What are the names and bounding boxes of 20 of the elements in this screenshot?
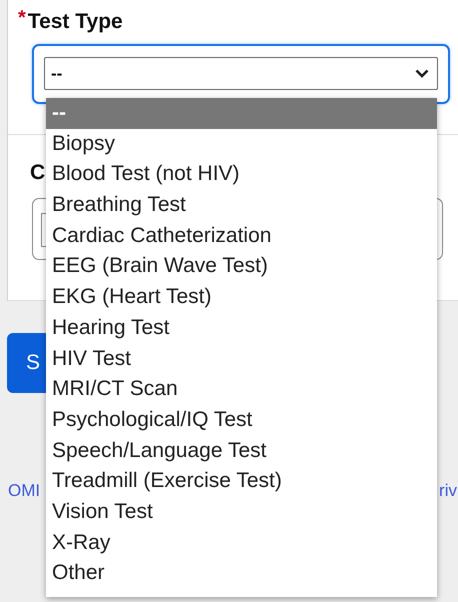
dropdown-option[interactable]: Cardiac Catheterization <box>46 220 437 252</box>
chevron-down-icon <box>415 69 429 78</box>
dropdown-option[interactable]: Blood Test (not HIV) <box>46 159 437 190</box>
dropdown-option[interactable]: EEG (Brain Wave Test) <box>46 251 437 282</box>
dropdown-option[interactable]: Psychological/IQ Test <box>46 404 437 436</box>
select-value: -- <box>51 64 62 84</box>
dropdown-option[interactable]: -- <box>46 98 437 129</box>
dropdown-option[interactable]: Breathing Test <box>46 190 437 221</box>
footer-link[interactable]: OMI <box>8 481 40 501</box>
dropdown-option[interactable]: Treadmill (Exercise Test) <box>46 466 437 497</box>
dropdown-option[interactable]: Vision Test <box>46 496 437 528</box>
dropdown-option[interactable]: Other <box>46 558 437 589</box>
dropdown-option[interactable]: Biopsy <box>46 128 437 160</box>
required-asterisk-icon: * <box>18 8 26 28</box>
dropdown-option[interactable]: X-Ray <box>46 528 437 558</box>
footer-link[interactable]: riv <box>439 481 457 501</box>
field-label: Test Type <box>28 9 123 35</box>
dropdown-option[interactable]: EKG (Heart Test) <box>46 282 437 313</box>
field-label: C <box>30 160 46 186</box>
dropdown-option[interactable]: Speech/Language Test <box>46 436 437 466</box>
